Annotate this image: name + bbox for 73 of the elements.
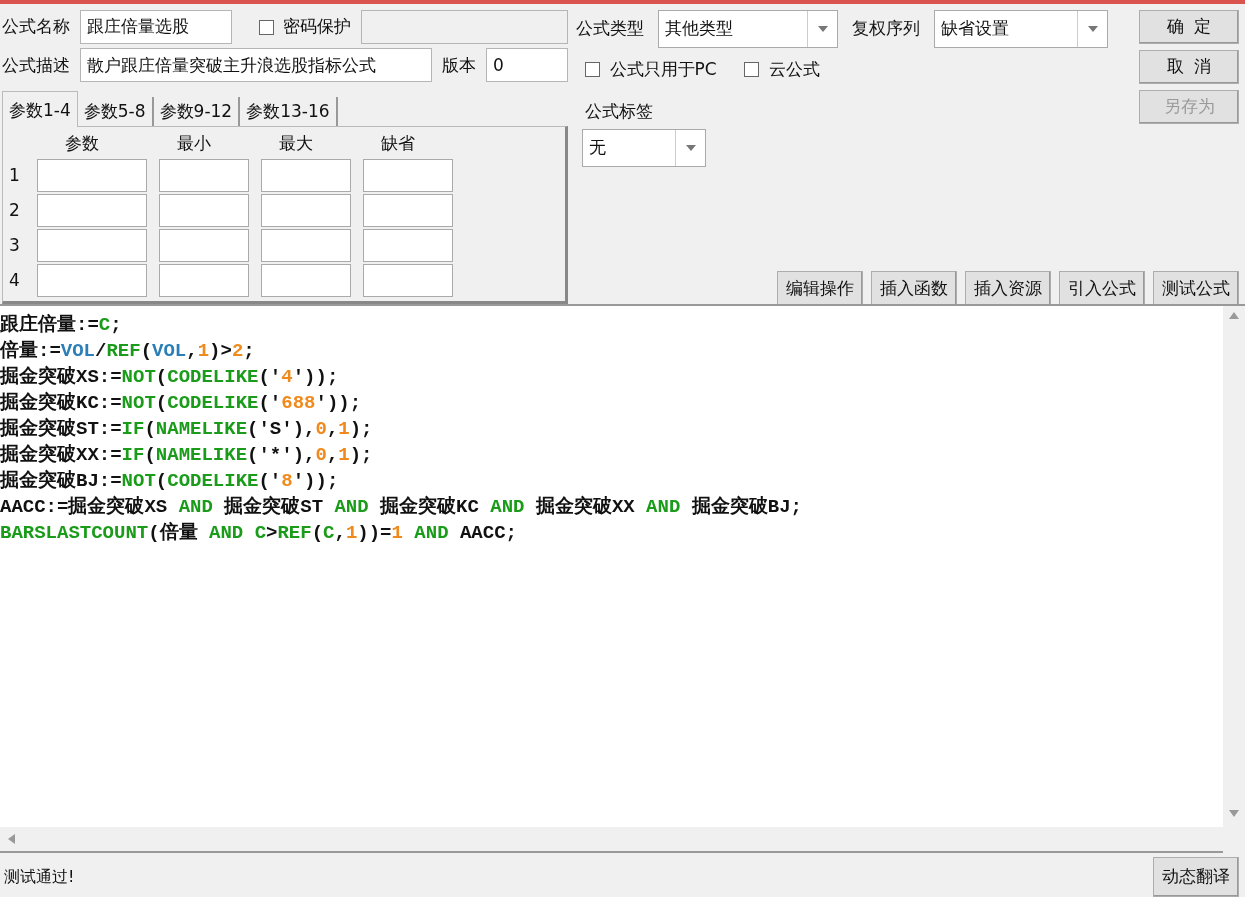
param-input[interactable] [363, 263, 453, 297]
column-header: 最大 [278, 132, 314, 156]
version-field[interactable]: 0 [486, 48, 568, 83]
dialog-button[interactable]: 确 定 [1139, 10, 1239, 44]
param-input[interactable] [37, 158, 147, 192]
description-field[interactable]: 散户跟庄倍量突破主升浪选股指标公式 [80, 48, 432, 83]
vertical-scrollbar[interactable] [1223, 306, 1245, 853]
param-input[interactable] [261, 193, 351, 227]
checkbox[interactable] [259, 19, 274, 35]
toolbar-button[interactable]: 插入资源 [965, 271, 1051, 306]
param-input[interactable] [261, 263, 351, 297]
field-label: 公式类型 [576, 17, 644, 41]
status-message: 测试通过! [4, 865, 75, 888]
field-label: 公式标签 [583, 100, 654, 123]
row-number: 1 [9, 163, 21, 187]
horizontal-scrollbar[interactable] [0, 827, 1223, 853]
name-field[interactable]: 跟庄倍量选股 [80, 10, 232, 44]
param-input[interactable] [37, 263, 147, 297]
tab[interactable]: 参数9-12 [153, 96, 241, 127]
toolbar-button[interactable]: 引入公式 [1059, 271, 1145, 306]
scroll-up-icon[interactable] [1229, 312, 1239, 319]
code-line: 掘金突破ST:=IF(NAMELIKE('S'),0,1); [0, 416, 374, 442]
field-label: 公式名称 [2, 15, 70, 39]
dialog-button[interactable]: 取 消 [1139, 50, 1239, 84]
tab[interactable]: 参数5-8 [77, 96, 154, 127]
param-input[interactable] [37, 193, 147, 227]
column-header: 最小 [176, 132, 212, 156]
param-input[interactable] [159, 158, 249, 192]
password-field[interactable] [360, 10, 568, 44]
code-line: 掘金突破XS:=NOT(CODELIKE('4')); [0, 364, 340, 390]
field-label: 复权序列 [852, 17, 920, 41]
code-line: 掘金突破XX:=IF(NAMELIKE('*'),0,1); [0, 442, 374, 468]
checkbox[interactable] [584, 61, 600, 77]
code-line: 掘金突破BJ:=NOT(CODELIKE('8')); [0, 468, 340, 494]
code-line: 跟庄倍量:=C; [0, 312, 123, 338]
scroll-down-icon[interactable] [1229, 810, 1239, 817]
caret-icon [1087, 26, 1098, 32]
row-number: 3 [9, 233, 21, 257]
translate-button[interactable]: 动态翻译 [1153, 857, 1239, 897]
code-line: 掘金突破KC:=NOT(CODELIKE('688')); [0, 390, 363, 416]
code-line: AACC:=掘金突破XS AND 掘金突破ST AND 掘金突破KC AND 掘金突破XX AND 掘金突破BJ; [0, 494, 803, 520]
param-input[interactable] [261, 158, 351, 192]
param-input[interactable] [363, 158, 453, 192]
caret-icon [817, 26, 828, 32]
toolbar-button[interactable]: 插入函数 [871, 271, 957, 306]
tab[interactable]: 参数1-4 [2, 90, 78, 128]
field-label: 公式描述 [2, 53, 70, 77]
dropdown[interactable]: 无 [582, 128, 706, 167]
scroll-left-icon[interactable] [8, 834, 15, 844]
column-header: 缺省 [380, 132, 416, 156]
param-input[interactable] [159, 193, 249, 227]
toolbar-button[interactable]: 测试公式 [1153, 271, 1239, 306]
param-input[interactable] [363, 228, 453, 262]
code-line: BARSLASTCOUNT(倍量 AND C>REF(C,1))=1 AND AACC; [0, 521, 518, 546]
param-input[interactable] [261, 228, 351, 262]
checkbox[interactable] [743, 61, 759, 77]
column-header: 参数 [64, 132, 100, 156]
code-line: 倍量:=VOL/REF(VOL,1)>2; [0, 339, 256, 364]
param-input[interactable] [37, 228, 147, 262]
param-input[interactable] [363, 193, 453, 227]
toolbar-button[interactable]: 编辑操作 [777, 271, 863, 306]
param-input[interactable] [159, 228, 249, 262]
field-label: 版本 [442, 53, 476, 77]
dropdown[interactable]: 缺省设置 [934, 10, 1108, 48]
row-number: 2 [9, 198, 21, 222]
checkbox-label: 云公式 [768, 57, 820, 81]
caret-icon [685, 144, 696, 151]
param-input[interactable] [159, 263, 249, 297]
tab[interactable]: 参数13-16 [240, 96, 338, 127]
dropdown[interactable]: 其他类型 [658, 10, 838, 48]
checkbox-label: 密码保护 [282, 15, 351, 39]
row-number: 4 [9, 268, 21, 292]
checkbox-label: 公式只用于PC [609, 57, 717, 81]
